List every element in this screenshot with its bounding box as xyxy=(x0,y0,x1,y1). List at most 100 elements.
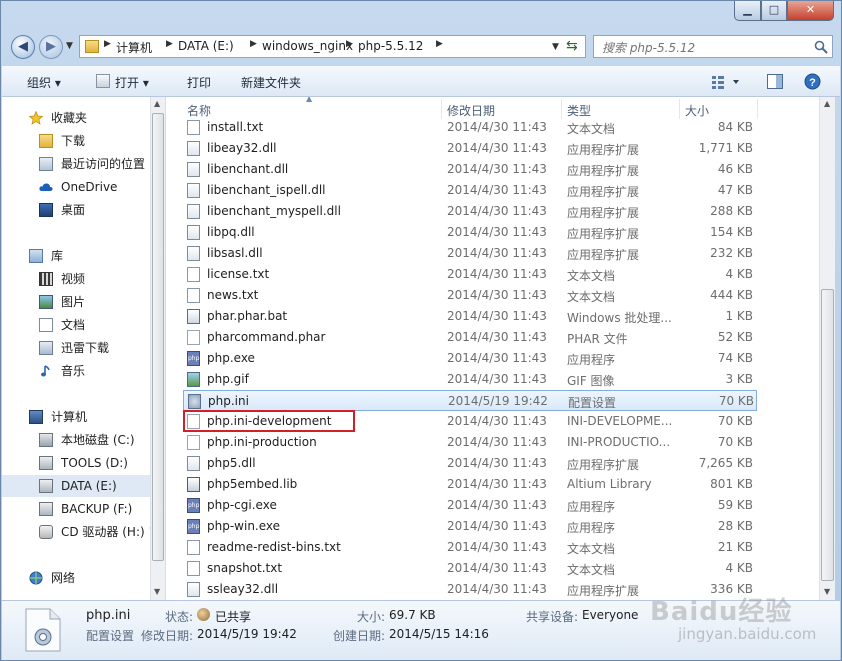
breadcrumb-drive[interactable]: DATA (E:) xyxy=(178,39,234,53)
file-row[interactable]: php.gif 2014/4/30 11:43 GIF 图像 3 KB xyxy=(171,369,819,390)
file-row[interactable]: snapshot.txt 2014/4/30 11:43 文本文档 4 KB xyxy=(171,558,819,579)
file-row[interactable]: php5.dll 2014/4/30 11:43 应用程序扩展 7,265 KB xyxy=(171,453,819,474)
breadcrumb-folder[interactable]: windows_nginx xyxy=(262,39,353,53)
column-divider[interactable] xyxy=(757,99,758,119)
file-type: INI-DEVELOPME... xyxy=(567,414,673,428)
nav-item-drive-c[interactable]: 本地磁盘 (C:) xyxy=(2,429,150,451)
nav-network[interactable]: 网络 xyxy=(2,567,150,589)
file-row[interactable]: php5embed.lib 2014/4/30 11:43 Altium Libra… xyxy=(171,474,819,495)
new-folder-button[interactable]: 新建文件夹 xyxy=(241,74,301,91)
nav-item-pictures[interactable]: 图片 xyxy=(2,291,150,313)
file-row[interactable]: license.txt 2014/4/30 11:43 文本文档 4 KB xyxy=(171,264,819,285)
scroll-down-arrow-icon[interactable]: ▼ xyxy=(824,587,830,596)
nav-item-xunlei-downloads[interactable]: 迅雷下载 xyxy=(2,337,150,359)
file-size: 4 KB xyxy=(725,267,753,281)
file-row-selected[interactable]: php.ini 2014/5/19 19:42 配置设置 70 KB xyxy=(183,390,757,411)
scroll-thumb[interactable] xyxy=(152,113,164,561)
scroll-up-arrow-icon[interactable]: ▲ xyxy=(154,99,160,108)
file-name: php-win.exe xyxy=(207,519,281,533)
navigation-scrollbar[interactable]: ▲ ▼ xyxy=(150,97,165,600)
address-dropdown-icon[interactable]: ▼ xyxy=(552,42,559,52)
minimize-button[interactable]: ▁ xyxy=(734,1,761,21)
close-button[interactable]: ✕ xyxy=(787,1,834,21)
text-file-icon xyxy=(187,540,200,555)
recent-pages-dropdown[interactable]: ▼ xyxy=(66,41,73,51)
file-row[interactable]: libsasl.dll 2014/4/30 11:43 应用程序扩展 232 KB xyxy=(171,243,819,264)
nav-item-desktop[interactable]: 桌面 xyxy=(2,199,150,221)
organize-button[interactable]: 组织 ▾ xyxy=(27,74,61,91)
file-row[interactable]: libenchant_myspell.dll 2014/4/30 11:43 应用程… xyxy=(171,201,819,222)
maximize-button[interactable]: □ xyxy=(761,1,787,21)
file-modified-date: 2014/4/30 11:43 xyxy=(447,204,547,218)
file-size: 46 KB xyxy=(717,162,753,176)
file-size: 59 KB xyxy=(717,498,753,512)
nav-item-music[interactable]: 音乐 xyxy=(2,360,150,382)
text-file-icon xyxy=(187,120,200,135)
file-row[interactable]: libpq.dll 2014/4/30 11:43 应用程序扩展 154 KB xyxy=(171,222,819,243)
address-bar[interactable]: ▶ 计算机 ▶ DATA (E:) ▶ windows_nginx ▶ php-… xyxy=(79,35,586,58)
file-row[interactable]: php php.exe 2014/4/30 11:43 应用程序 74 KB xyxy=(171,348,819,369)
file-size: 28 KB xyxy=(717,519,753,533)
nav-item-drive-h[interactable]: CD 驱动器 (H:) 1 xyxy=(2,521,150,543)
back-arrow-icon: ◀ xyxy=(18,39,28,54)
nav-item-onedrive[interactable]: OneDrive xyxy=(2,176,150,198)
file-row[interactable]: pharcommand.phar 2014/4/30 11:43 PHAR 文件 52… xyxy=(171,327,819,348)
file-modified-date: 2014/4/30 11:43 xyxy=(447,162,547,176)
file-row[interactable]: php.ini-production 2014/4/30 11:43 INI-PRO… xyxy=(171,432,819,453)
details-modified-value: 2014/5/19 19:42 xyxy=(197,627,297,641)
file-row[interactable]: phar.phar.bat 2014/4/30 11:43 Windows 批处理.… xyxy=(171,306,819,327)
file-row[interactable]: readme-redist-bins.txt 2014/4/30 11:43 文本文… xyxy=(171,537,819,558)
file-row[interactable]: php php-cgi.exe 2014/4/30 11:43 应用程序 59 KB xyxy=(171,495,819,516)
breadcrumb-separator[interactable]: ▶ xyxy=(166,39,173,49)
file-row[interactable]: libeay32.dll 2014/4/30 11:43 应用程序扩展 1,771 K… xyxy=(171,138,819,159)
file-type: 应用程序扩展 xyxy=(567,227,640,241)
file-row[interactable]: news.txt 2014/4/30 11:43 文本文档 444 KB xyxy=(171,285,819,306)
file-type: Altium Library xyxy=(567,477,652,491)
scroll-thumb[interactable] xyxy=(821,289,834,581)
nav-item-drive-e[interactable]: DATA (E:) xyxy=(2,475,150,497)
scroll-up-arrow-icon[interactable]: ▲ xyxy=(824,99,830,108)
scroll-down-arrow-icon[interactable]: ▼ xyxy=(154,587,160,596)
nav-item-documents[interactable]: 文档 xyxy=(2,314,150,336)
nav-item-recent-places[interactable]: 最近访问的位置 xyxy=(2,153,150,175)
breadcrumb-computer[interactable]: 计算机 xyxy=(116,39,152,56)
details-shared-label: 共享设备: xyxy=(526,610,579,624)
nav-libraries[interactable]: 库 xyxy=(2,245,150,267)
breadcrumb-separator[interactable]: ▶ xyxy=(346,39,353,49)
nav-item-videos[interactable]: 视频 xyxy=(2,268,150,290)
back-button[interactable]: ◀ xyxy=(11,35,35,59)
refresh-icon[interactable]: ⇆ xyxy=(566,38,578,54)
nav-item-drive-f[interactable]: BACKUP (F:) xyxy=(2,498,150,520)
drive-icon xyxy=(39,502,53,516)
downloads-folder-icon xyxy=(39,134,53,148)
file-row[interactable]: install.txt 2014/4/30 11:43 文本文档 84 KB xyxy=(171,117,819,138)
column-divider[interactable] xyxy=(561,99,562,119)
file-row[interactable]: php php-win.exe 2014/4/30 11:43 应用程序 28 KB xyxy=(171,516,819,537)
column-divider[interactable] xyxy=(441,99,442,119)
nav-computer[interactable]: 计算机 xyxy=(2,406,150,428)
file-size: 1 KB xyxy=(725,309,753,323)
search-input[interactable] xyxy=(600,38,804,57)
breadcrumb-current-folder[interactable]: php-5.5.12 xyxy=(358,39,423,53)
nav-item-drive-d[interactable]: TOOLS (D:) xyxy=(2,452,150,474)
search-box[interactable] xyxy=(593,35,833,58)
file-row[interactable]: libenchant.dll 2014/4/30 11:43 应用程序扩展 46 KB xyxy=(171,159,819,180)
file-row[interactable]: libenchant_ispell.dll 2014/4/30 11:43 应用程序… xyxy=(171,180,819,201)
column-divider[interactable] xyxy=(679,99,680,119)
preview-pane-icon[interactable] xyxy=(767,74,783,89)
breadcrumb-separator[interactable]: ▶ xyxy=(250,39,257,49)
help-icon[interactable]: ? xyxy=(804,73,821,90)
forward-button[interactable]: ▶ xyxy=(39,35,63,59)
breadcrumb-separator[interactable]: ▶ xyxy=(104,39,111,49)
file-list-scrollbar[interactable]: ▲ ▼ xyxy=(819,97,835,600)
file-type: 配置设置 xyxy=(568,396,617,410)
file-name: libeay32.dll xyxy=(207,141,277,155)
breadcrumb-separator[interactable]: ▶ xyxy=(436,39,443,49)
print-button[interactable]: 打印 xyxy=(187,74,211,91)
nav-favorites[interactable]: 收藏夹 xyxy=(2,107,150,129)
view-options-icon[interactable] xyxy=(712,75,740,89)
open-button[interactable]: 打开 ▾ xyxy=(115,74,149,91)
dll-file-icon xyxy=(187,162,200,177)
nav-item-downloads[interactable]: 下载 xyxy=(2,130,150,152)
forward-arrow-icon: ▶ xyxy=(46,39,56,54)
